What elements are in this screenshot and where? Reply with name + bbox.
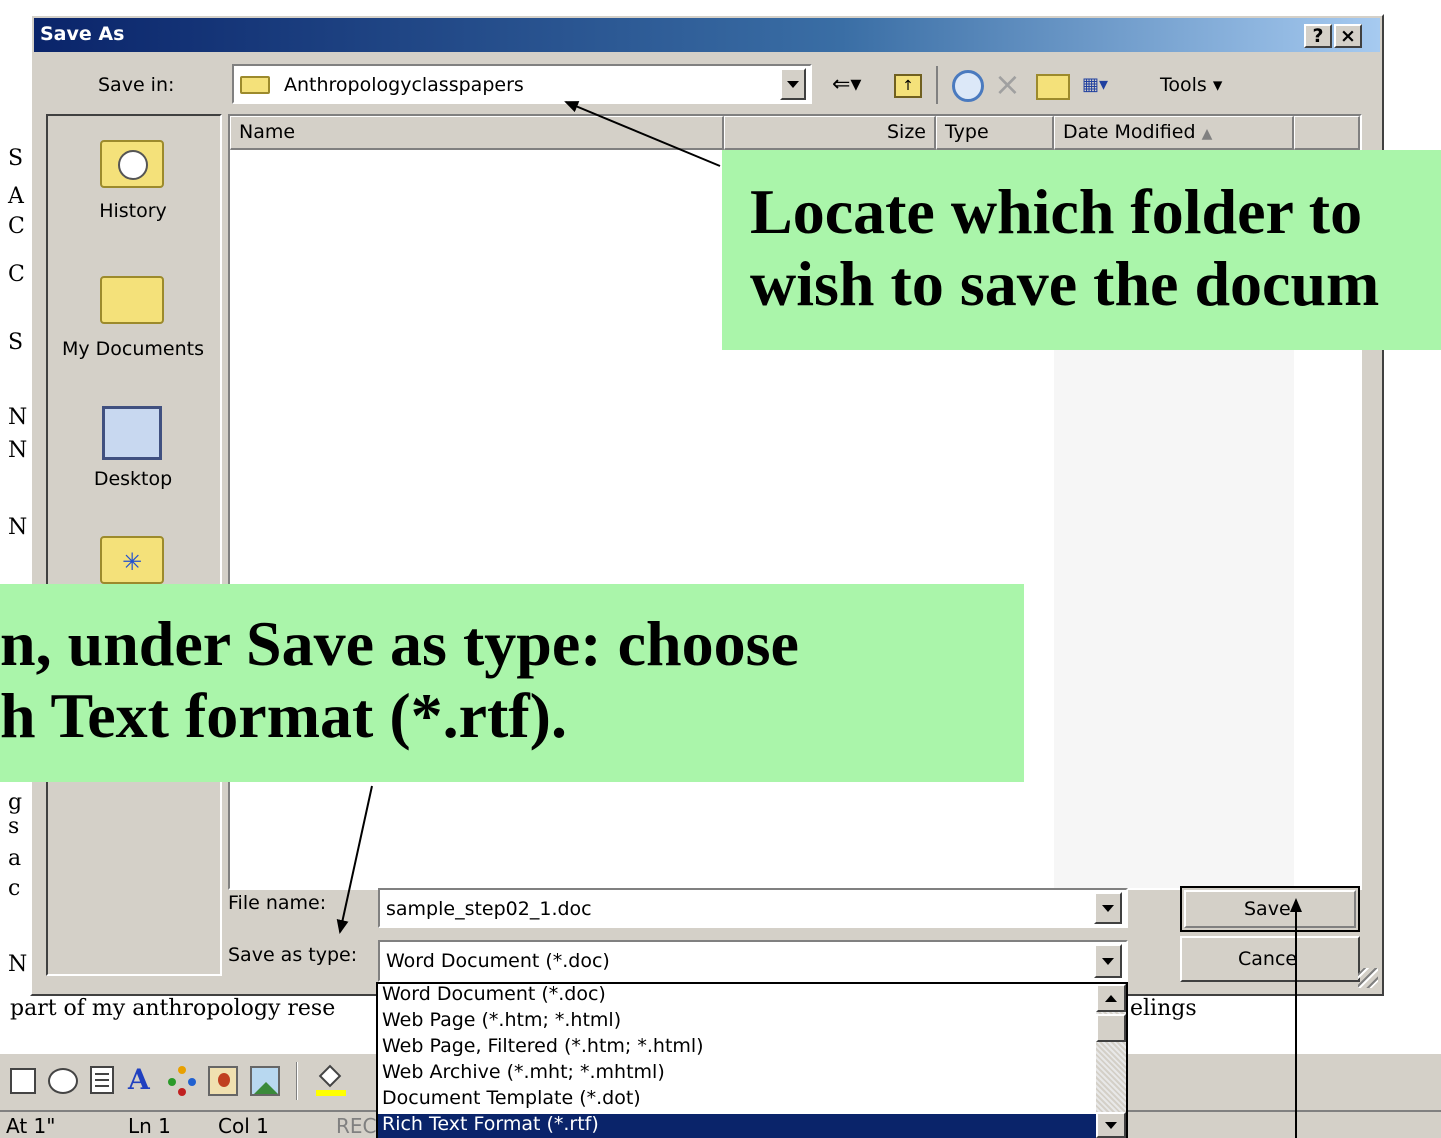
annotation-arrows xyxy=(336,101,1302,1138)
arrow-to-save-type xyxy=(336,785,373,934)
arrow-to-save-in xyxy=(564,101,721,167)
